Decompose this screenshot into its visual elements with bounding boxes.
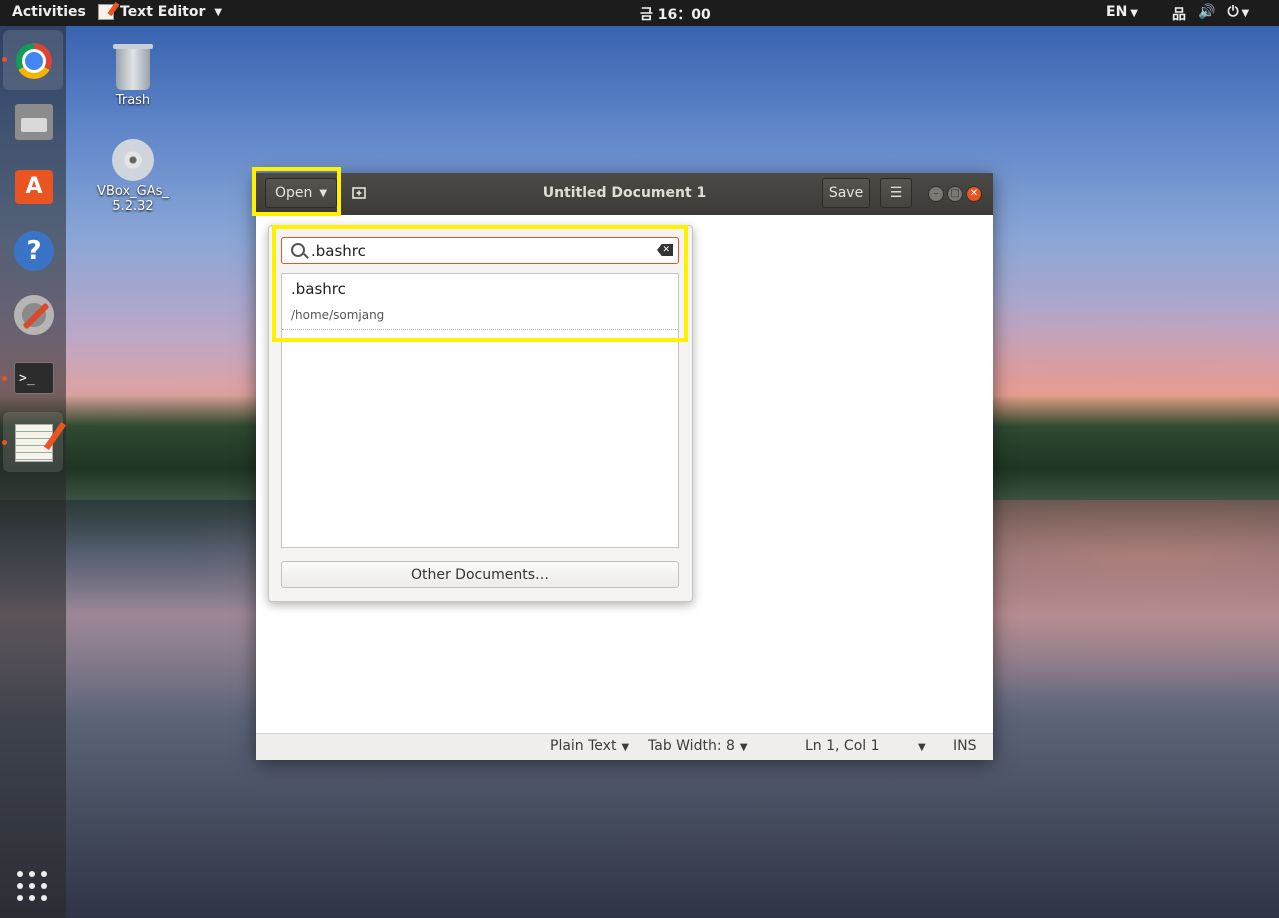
dock-item-chrome[interactable] [3, 30, 63, 90]
files-icon [15, 104, 53, 140]
dock: A ? >_ [0, 26, 66, 918]
minimize-button[interactable]: – [928, 186, 944, 202]
running-indicator [2, 376, 7, 381]
chevron-down-icon: ▼ [214, 6, 223, 18]
desktop-icon-label: 5.2.32 [112, 199, 154, 214]
cursor-position-dropdown[interactable]: ▼ [913, 738, 926, 754]
other-documents-button[interactable]: Other Documents… [281, 561, 679, 588]
dock-item-settings[interactable] [3, 284, 63, 344]
text-editor-icon [15, 424, 53, 462]
search-icon [291, 243, 305, 257]
hamburger-icon: ☰ [889, 185, 903, 201]
running-indicator [2, 440, 7, 445]
new-document-icon [351, 187, 366, 199]
desktop-icon-label: VBox_GAs_ [97, 184, 169, 199]
cursor-position-label: Ln 1, Col 1 [805, 738, 880, 754]
maximize-button[interactable]: □ [947, 186, 963, 202]
language-selector-label: Plain Text [550, 738, 617, 754]
open-popover: ✕ .bashrc /home/somjang Other Documents… [268, 225, 693, 602]
help-icon: ? [14, 231, 54, 271]
list-item[interactable]: .bashrc /home/somjang [282, 274, 678, 330]
tab-width-selector[interactable]: Tab Width: 8 ▼ [648, 738, 748, 754]
activities-button[interactable]: Activities [12, 4, 86, 20]
cd-icon [112, 139, 154, 181]
minimize-icon: – [933, 188, 939, 199]
maximize-icon: □ [950, 188, 960, 199]
app-menu[interactable]: Text Editor ▼ [98, 4, 222, 20]
settings-icon [14, 295, 54, 335]
chevron-down-icon: ▼ [739, 742, 748, 753]
terminal-icon: >_ [14, 362, 54, 394]
chevron-down-icon: ▼ [918, 742, 926, 753]
open-button-label: Open [274, 185, 313, 201]
language-selector[interactable]: Plain Text ▼ [550, 738, 629, 754]
recent-files-list: .bashrc /home/somjang [281, 273, 679, 548]
chevron-down-icon: ▼ [621, 742, 630, 753]
software-center-icon: A [15, 170, 53, 204]
desktop-icon-label: Trash [115, 93, 151, 108]
app-menu-label: Text Editor [120, 4, 206, 20]
clock[interactable]: 금 16：00 [640, 4, 711, 24]
hamburger-menu-button[interactable]: ☰ [880, 178, 912, 208]
file-path: /home/somjang [291, 308, 385, 322]
desktop-icon-vbox-cd[interactable]: VBox_GAs_ 5.2.32 [93, 139, 173, 214]
cursor-position[interactable]: Ln 1, Col 1 [805, 738, 880, 754]
search-input[interactable] [309, 240, 643, 262]
insert-mode-indicator[interactable]: INS [953, 738, 977, 754]
header-bar[interactable]: Open ▼ Untitled Document 1 Save ☰ – □ ✕ [256, 173, 993, 215]
clear-search-icon[interactable]: ✕ [657, 244, 673, 256]
chevron-down-icon: ▼ [1130, 8, 1138, 19]
dock-item-terminal[interactable]: >_ [3, 348, 63, 408]
desktop-icon-trash[interactable]: Trash [93, 44, 173, 108]
file-name: .bashrc [291, 280, 346, 298]
running-indicator [2, 57, 7, 62]
top-bar: Activities Text Editor ▼ 금 16：00 EN ▼ 品 🔊… [0, 0, 1279, 26]
text-editor-icon [98, 4, 114, 20]
chevron-down-icon: ▼ [319, 187, 328, 199]
open-button[interactable]: Open ▼ [265, 178, 337, 208]
dock-item-software[interactable]: A [3, 156, 63, 216]
close-icon: ✕ [969, 188, 979, 199]
trash-icon [113, 44, 153, 90]
volume-icon: 🔊 [1198, 4, 1216, 20]
save-button[interactable]: Save [822, 178, 870, 208]
language-label: EN [1106, 4, 1128, 20]
status-bar: Plain Text ▼ Tab Width: 8 ▼ Ln 1, Col 1 ▼ … [256, 733, 993, 760]
chrome-icon [16, 43, 52, 79]
language-indicator[interactable]: EN ▼ [1106, 4, 1138, 20]
search-field[interactable]: ✕ [281, 237, 679, 264]
network-icon: 品 [1172, 7, 1186, 23]
new-tab-button[interactable] [345, 178, 372, 208]
dock-item-files[interactable] [3, 92, 63, 152]
dock-item-help[interactable]: ? [3, 220, 63, 280]
close-button[interactable]: ✕ [966, 186, 982, 202]
power-icon: ⏻ ▼ [1227, 4, 1250, 20]
tab-width-label: Tab Width: 8 [648, 738, 735, 754]
system-menu[interactable]: 品 🔊 ⏻ ▼ [1172, 4, 1249, 24]
dock-item-text-editor[interactable] [3, 412, 63, 472]
show-applications-icon[interactable] [17, 871, 47, 901]
